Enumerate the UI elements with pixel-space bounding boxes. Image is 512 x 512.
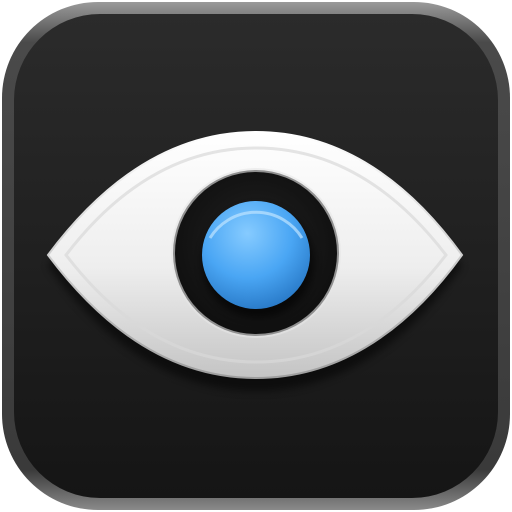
app-icon[interactable] [0, 0, 512, 512]
eye-app-icon [2, 2, 510, 510]
pupil [202, 201, 310, 309]
